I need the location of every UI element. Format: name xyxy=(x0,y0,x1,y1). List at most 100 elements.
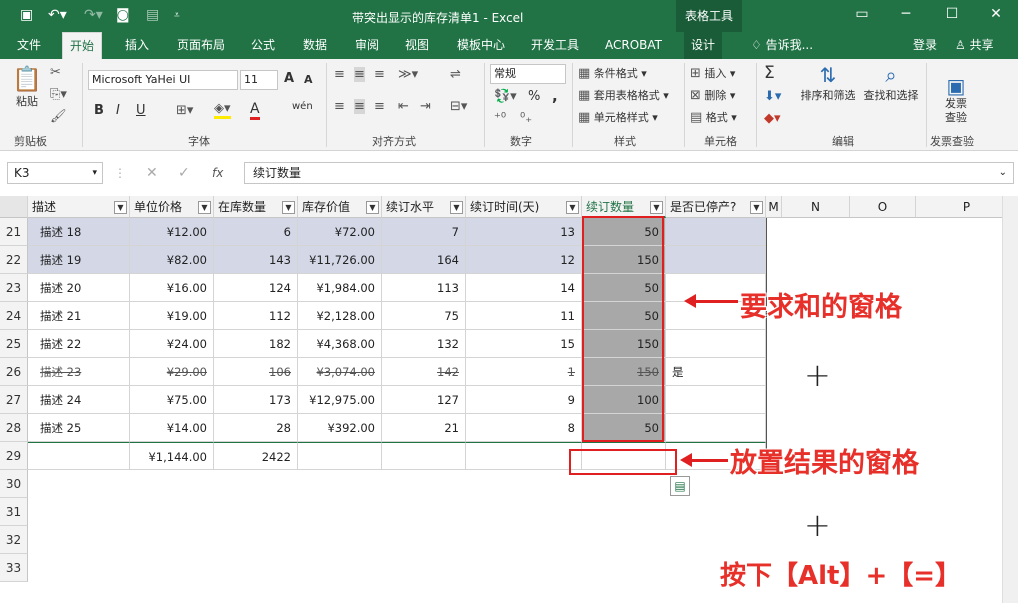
tab-template-center[interactable]: 模板中心 xyxy=(450,32,512,59)
table-cell[interactable]: ¥12,975.00 xyxy=(298,386,382,414)
table-cell[interactable]: ¥1,984.00 xyxy=(298,274,382,302)
table-cell[interactable]: ¥24.00 xyxy=(130,330,214,358)
table-cell[interactable]: 127 xyxy=(382,386,466,414)
tab-page-layout[interactable]: 页面布局 xyxy=(170,32,232,59)
tab-acrobat[interactable]: ACROBAT xyxy=(598,32,669,59)
align-left-icon[interactable]: ≡ xyxy=(334,99,345,114)
tab-formulas[interactable]: 公式 xyxy=(244,32,282,59)
row-header[interactable]: 28 xyxy=(0,414,28,442)
filter-dropdown-icon[interactable]: ▼ xyxy=(282,201,295,214)
row-header[interactable]: 25 xyxy=(0,330,28,358)
table-cell[interactable]: 173 xyxy=(214,386,298,414)
table-cell[interactable] xyxy=(382,442,466,470)
indent-icon[interactable]: ⇤ xyxy=(398,99,409,114)
table-cell[interactable]: 142 xyxy=(382,358,466,386)
table-cell[interactable]: ¥11,726.00 xyxy=(298,246,382,274)
filter-dropdown-icon[interactable]: ▼ xyxy=(198,201,211,214)
table-cell[interactable]: 7 xyxy=(382,218,466,246)
format-as-table-button[interactable]: ▦ 套用表格格式 ▾ xyxy=(578,87,669,103)
font-size-select[interactable]: 11 xyxy=(240,70,278,90)
tab-view[interactable]: 视图 xyxy=(398,32,436,59)
align-middle-icon[interactable]: ≡ xyxy=(354,67,365,82)
filter-dropdown-icon[interactable]: ▼ xyxy=(450,201,463,214)
tab-review[interactable]: 审阅 xyxy=(348,32,386,59)
insert-cells-button[interactable]: ⊞ 插入 ▾ xyxy=(690,65,735,81)
row-header[interactable]: 21 xyxy=(0,218,28,246)
table-cell[interactable]: 113 xyxy=(382,274,466,302)
invoice-check-button[interactable]: ▣ 发票 查验 xyxy=(936,65,976,139)
column-header[interactable]: 在库数量 ▼ xyxy=(214,196,298,218)
share-button[interactable]: ♙ 共享 xyxy=(948,32,1001,59)
font-color-button[interactable]: A xyxy=(250,101,260,120)
formula-input[interactable]: 续订数量 ⌄ xyxy=(244,162,1014,184)
expand-icon[interactable]: ⌄ xyxy=(999,163,1007,183)
format-cells-button[interactable]: ▤ 格式 ▾ xyxy=(690,109,737,125)
table-cell[interactable]: 124 xyxy=(214,274,298,302)
filter-dropdown-icon[interactable]: ▼ xyxy=(366,201,379,214)
table-cell[interactable]: ¥82.00 xyxy=(130,246,214,274)
name-box[interactable]: K3 ▾ xyxy=(7,162,103,184)
description-cell[interactable]: 描述 21 xyxy=(28,302,130,330)
table-cell[interactable]: 21 xyxy=(382,414,466,442)
description-cell[interactable]: 描述 19 xyxy=(28,246,130,274)
ribbon-display-icon[interactable]: ▭ xyxy=(852,6,872,22)
table-cell[interactable]: ¥19.00 xyxy=(130,302,214,330)
table-cell[interactable] xyxy=(298,442,382,470)
autosum-button[interactable]: Σ xyxy=(764,63,775,83)
cell-styles-button[interactable]: ▦ 单元格样式 ▾ xyxy=(578,109,658,125)
outdent-icon[interactable]: ⇥ xyxy=(420,99,431,114)
tab-insert[interactable]: 插入 xyxy=(118,32,156,59)
table-cell[interactable]: ¥392.00 xyxy=(298,414,382,442)
column-header[interactable]: 续订水平 ▼ xyxy=(382,196,466,218)
filter-dropdown-icon[interactable]: ▼ xyxy=(750,201,763,214)
tab-home[interactable]: 开始 xyxy=(62,32,103,59)
comma-button[interactable]: , xyxy=(552,87,558,105)
tab-data[interactable]: 数据 xyxy=(296,32,334,59)
table-cell[interactable]: 9 xyxy=(466,386,582,414)
align-bottom-icon[interactable]: ≡ xyxy=(374,67,385,82)
table-cell[interactable]: ¥4,368.00 xyxy=(298,330,382,358)
column-header[interactable]: 库存价值 ▼ xyxy=(298,196,382,218)
table-cell[interactable]: 28 xyxy=(214,414,298,442)
phonetic-button[interactable]: wén xyxy=(292,101,313,112)
undo-icon[interactable]: ↶▾ xyxy=(48,7,67,23)
tell-me-search[interactable]: ♢ 告诉我... xyxy=(744,32,820,59)
row-header[interactable]: 29 xyxy=(0,442,28,470)
filter-dropdown-icon[interactable]: ▼ xyxy=(650,201,663,214)
cut-icon[interactable]: ✂ xyxy=(50,65,61,80)
copy-icon[interactable]: ⎘▾ xyxy=(50,87,67,102)
decrease-decimal-icon[interactable]: ⁰₊ xyxy=(520,111,532,126)
table-cell[interactable]: 143 xyxy=(214,246,298,274)
table-cell[interactable] xyxy=(666,414,766,442)
customize-icon[interactable]: ⩡ xyxy=(174,10,180,21)
column-letter[interactable]: N xyxy=(782,196,850,218)
delete-cells-button[interactable]: ⊠ 删除 ▾ xyxy=(690,87,735,103)
row-header[interactable]: 22 xyxy=(0,246,28,274)
filter-dropdown-icon[interactable]: ▼ xyxy=(114,201,127,214)
description-cell[interactable]: 描述 25 xyxy=(28,414,130,442)
bold-button[interactable]: B xyxy=(94,103,104,118)
align-right-icon[interactable]: ≡ xyxy=(374,99,385,114)
table-cell[interactable]: 8 xyxy=(466,414,582,442)
table-cell[interactable]: 1 xyxy=(466,358,582,386)
table-cell[interactable]: ¥14.00 xyxy=(130,414,214,442)
paste-button[interactable]: 📋 粘贴 xyxy=(10,65,44,109)
table-cell[interactable] xyxy=(666,218,766,246)
column-header[interactable]: 续订数量 ▼ xyxy=(582,196,666,218)
wrap-text-icon[interactable]: ⇌ xyxy=(450,67,461,82)
column-header[interactable]: 续订时间(天) ▼ xyxy=(466,196,582,218)
table-cell[interactable]: ¥12.00 xyxy=(130,218,214,246)
table-cell[interactable]: 182 xyxy=(214,330,298,358)
table-cell[interactable]: 6 xyxy=(214,218,298,246)
table-cell[interactable]: 2422 xyxy=(214,442,298,470)
insert-function-button[interactable]: fx xyxy=(212,166,223,180)
merge-icon[interactable]: ⊟▾ xyxy=(450,99,467,114)
number-format-select[interactable]: 常规 xyxy=(490,64,566,84)
minimize-icon[interactable]: ─ xyxy=(896,6,916,22)
description-cell[interactable]: 描述 24 xyxy=(28,386,130,414)
row-header[interactable]: 26 xyxy=(0,358,28,386)
row-header[interactable]: 23 xyxy=(0,274,28,302)
column-letter[interactable]: M xyxy=(766,196,782,218)
row-header[interactable]: 33 xyxy=(0,554,28,582)
vertical-scrollbar[interactable] xyxy=(1002,196,1018,603)
